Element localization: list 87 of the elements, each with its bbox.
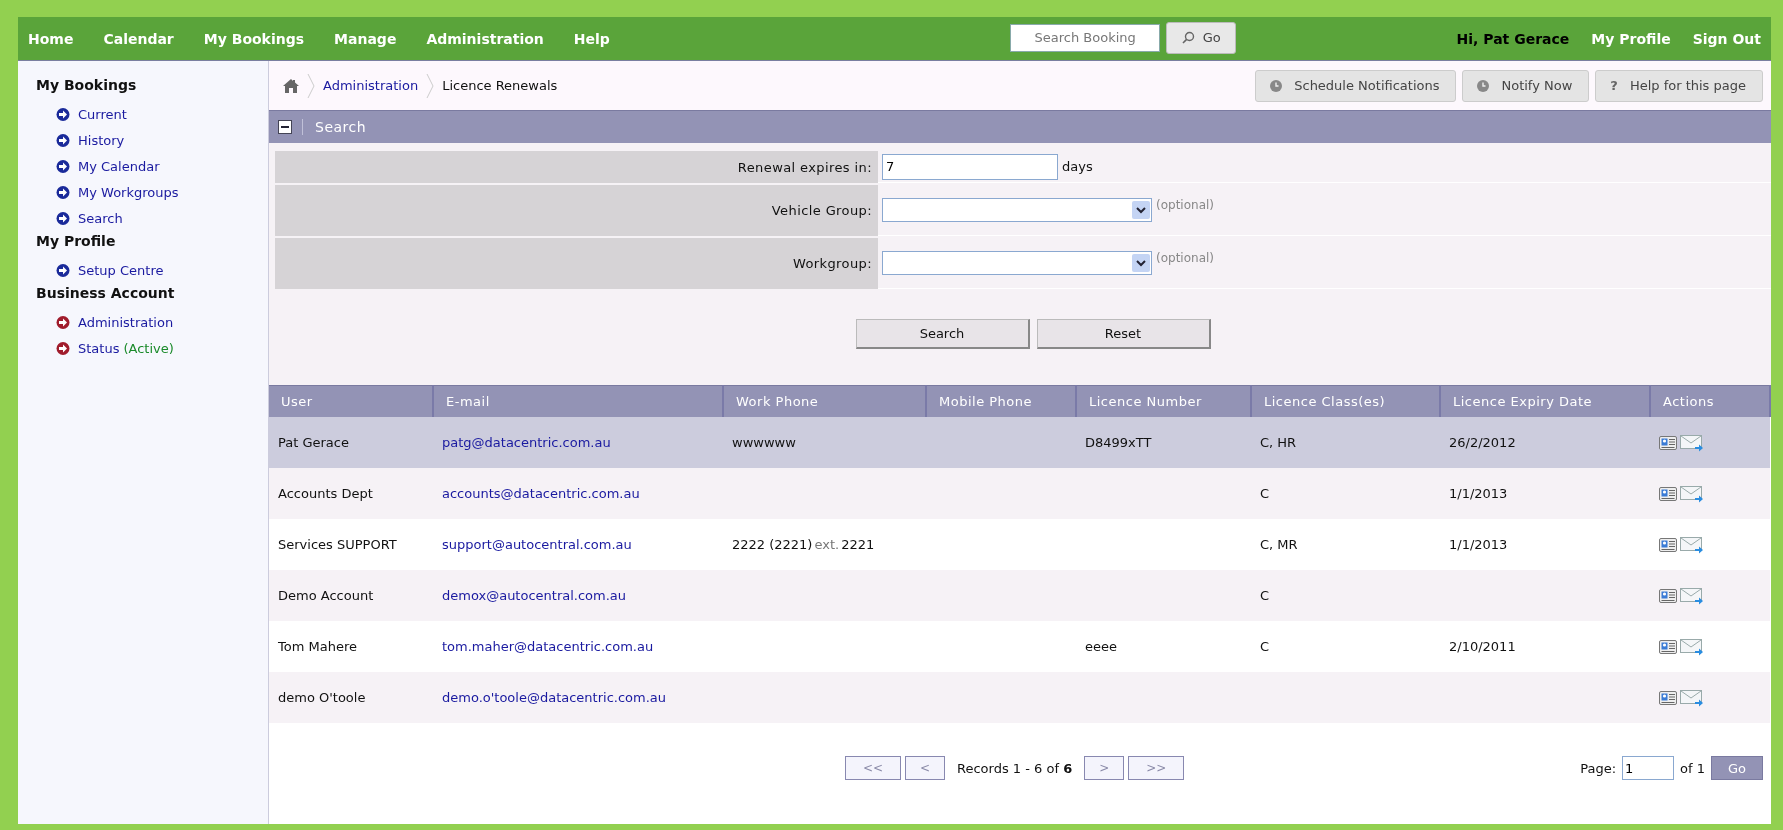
- form-button[interactable]: Search: [855, 319, 1030, 349]
- send-mail-icon[interactable]: [1680, 535, 1704, 554]
- record-count: Records 1 - 6 of 6: [957, 760, 1073, 776]
- contact-card-icon[interactable]: [1659, 689, 1677, 706]
- sidebar-link[interactable]: Status: [78, 340, 120, 356]
- collapse-button[interactable]: [278, 120, 292, 134]
- email-link[interactable]: support@autocentral.com.au: [442, 537, 632, 552]
- sidebar-link[interactable]: My Workgroups: [78, 184, 179, 200]
- table-cell: demo O'toole: [278, 690, 366, 705]
- email-link[interactable]: tom.maher@datacentric.com.au: [442, 639, 654, 654]
- table-cell: 1/1/2013: [1449, 486, 1508, 501]
- contact-card-icon[interactable]: [1659, 434, 1677, 451]
- page-label: Page:: [1580, 760, 1617, 776]
- field-label: Renewal expires in:: [737, 159, 872, 175]
- field-hint: (optional): [1156, 198, 1214, 212]
- field-label: Workgroup:: [792, 256, 872, 271]
- breadcrumb-link[interactable]: Administration: [323, 78, 419, 93]
- page-field[interactable]: 1: [1622, 756, 1675, 780]
- sidebar-heading: My Profile: [36, 233, 117, 251]
- contact-card-icon[interactable]: [1659, 485, 1677, 502]
- field-hint: (optional): [1156, 251, 1214, 265]
- email-link[interactable]: demox@autocentral.com.au: [442, 588, 627, 603]
- sidebar-link[interactable]: Current: [78, 106, 127, 122]
- toolbar-button[interactable]: ? Help for this page: [1595, 69, 1763, 102]
- table-cell: D8499xTT: [1085, 435, 1152, 450]
- text-field[interactable]: 7: [882, 153, 1058, 180]
- table-cell: 2/10/2011: [1449, 639, 1516, 654]
- chevron-icon: [307, 72, 315, 99]
- table-cell: C: [1260, 588, 1270, 603]
- table-cell: 26/2/2012: [1449, 435, 1516, 450]
- table-cell: Tom Mahere: [278, 639, 357, 654]
- table-cell: Services SUPPORT: [278, 537, 397, 552]
- go-button[interactable]: Go: [1166, 21, 1237, 54]
- extension-number: 2221: [841, 537, 875, 552]
- toolbar-button[interactable]: Schedule Notifications: [1255, 69, 1457, 102]
- table-cell: Demo Account: [278, 588, 374, 603]
- send-mail-icon[interactable]: [1680, 586, 1704, 605]
- table-row[interactable]: Pat Gerace patg@datacentric.com.au wwwwww D8499xTT C, HR 26/2/2012: [269, 417, 1770, 468]
- table-cell: wwwwww: [732, 435, 796, 450]
- table-cell: C, HR: [1260, 435, 1297, 450]
- table-row[interactable]: demo O'toole demo.o'toole@datacentric.com.au: [269, 672, 1770, 723]
- page-total: of 1: [1680, 760, 1705, 776]
- send-mail-icon[interactable]: [1680, 688, 1704, 707]
- contact-card-icon[interactable]: [1659, 587, 1677, 604]
- sidebar-link[interactable]: Setup Centre: [78, 262, 164, 278]
- status-label: (Active): [123, 340, 174, 356]
- table-row[interactable]: Demo Account demox@autocentral.com.au C: [269, 570, 1770, 621]
- extension-label: ext.: [814, 537, 840, 552]
- table-cell: Pat Gerace: [278, 435, 349, 450]
- breadcrumb-current: Licence Renewals: [442, 78, 558, 93]
- field-label: Vehicle Group:: [771, 203, 872, 218]
- table-cell: C: [1260, 639, 1270, 654]
- contact-card-icon[interactable]: [1659, 536, 1677, 553]
- form-button[interactable]: Reset: [1036, 319, 1211, 349]
- toolbar-button[interactable]: Notify Now: [1462, 69, 1590, 102]
- email-link[interactable]: patg@datacentric.com.au: [442, 435, 611, 450]
- clock-icon: [1477, 79, 1490, 92]
- search-icon: [1181, 31, 1195, 44]
- question-icon: ?: [1610, 78, 1618, 93]
- table-cell: Accounts Dept: [278, 486, 373, 501]
- sidebar-heading: My Bookings: [36, 77, 138, 95]
- table-cell: C: [1260, 486, 1270, 501]
- table-cell: C, MR: [1260, 537, 1298, 552]
- table-row[interactable]: Tom Mahere tom.maher@datacentric.com.au eeee C 2/10/2011: [269, 621, 1770, 672]
- clock-icon: [1270, 79, 1283, 92]
- sidebar-link[interactable]: History: [78, 132, 125, 148]
- sidebar-heading: Business Account: [36, 285, 176, 303]
- chevron-icon: [426, 72, 435, 99]
- send-mail-icon[interactable]: [1680, 637, 1704, 656]
- sidebar-link[interactable]: Search: [78, 210, 123, 226]
- send-mail-icon[interactable]: [1680, 484, 1704, 503]
- phone-number: 2222 (2221): [732, 537, 813, 552]
- table-cell: eeee: [1085, 639, 1117, 654]
- dropdown-field[interactable]: [882, 251, 1152, 275]
- table-row[interactable]: Accounts Dept accounts@datacentric.com.au C 1/1/2013: [269, 468, 1770, 519]
- contact-card-icon[interactable]: [1659, 638, 1677, 655]
- search-field[interactable]: Search Booking: [1010, 23, 1161, 52]
- panel-title: Search: [302, 119, 367, 135]
- table-cell: 1/1/2013: [1449, 537, 1508, 552]
- field-hint: days: [1062, 159, 1093, 174]
- home-icon[interactable]: [283, 78, 299, 93]
- dropdown-field[interactable]: [882, 198, 1152, 222]
- send-mail-icon[interactable]: [1680, 433, 1704, 452]
- table-row[interactable]: Services SUPPORT support@autocentral.com.au 2222 (2221)ext.2221 C, MR 1/1/2013: [269, 519, 1770, 570]
- sidebar-link[interactable]: Administration: [78, 314, 174, 330]
- sidebar-link[interactable]: My Calendar: [78, 158, 160, 174]
- user-greeting: Hi, Pat Gerace: [1456, 30, 1570, 47]
